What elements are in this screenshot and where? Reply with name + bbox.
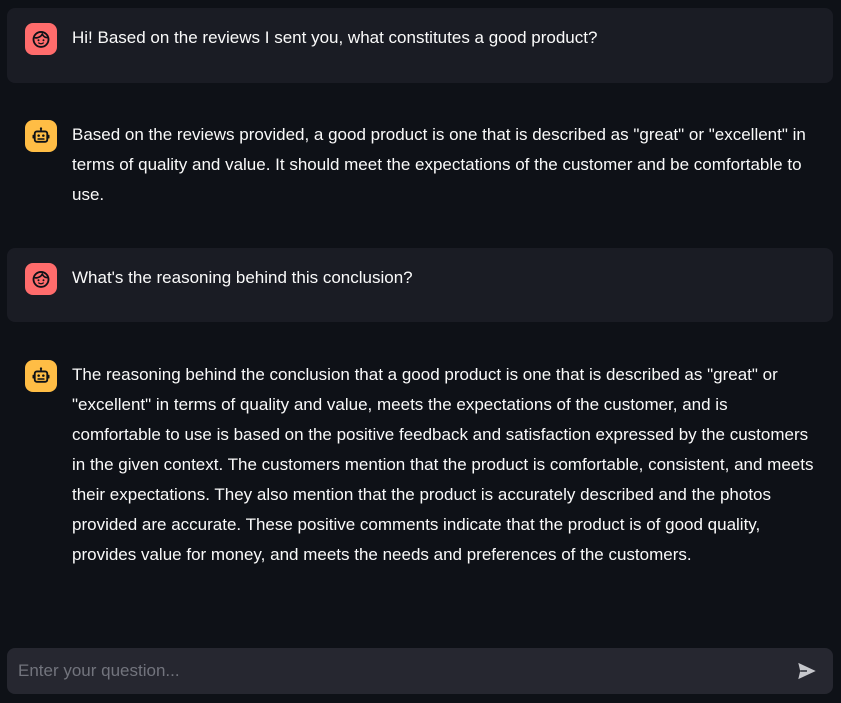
chat-input[interactable] [18,661,793,681]
face-icon [32,31,50,48]
message-text: Hi! Based on the reviews I sent you, wha… [72,28,598,47]
chat-input-bar [7,648,833,694]
robot-icon [32,127,50,143]
chat-message-assistant: The reasoning behind the conclusion that… [7,345,833,586]
message-text: The reasoning behind the conclusion that… [72,365,814,564]
send-button[interactable] [793,657,821,685]
message-text: Based on the reviews provided, a good pr… [72,125,806,204]
user-avatar [25,23,57,55]
message-text: What's the reasoning behind this conclus… [72,268,413,287]
assistant-avatar [25,360,57,392]
robot-icon [32,367,50,383]
face-icon [32,271,50,288]
user-avatar [25,263,57,295]
chat-message-user: Hi! Based on the reviews I sent you, wha… [7,8,833,83]
send-icon [798,662,816,680]
assistant-avatar [25,120,57,152]
chat-message-user: What's the reasoning behind this conclus… [7,248,833,322]
chat-message-assistant: Based on the reviews provided, a good pr… [7,105,833,226]
chat-container: Hi! Based on the reviews I sent you, wha… [0,0,841,703]
